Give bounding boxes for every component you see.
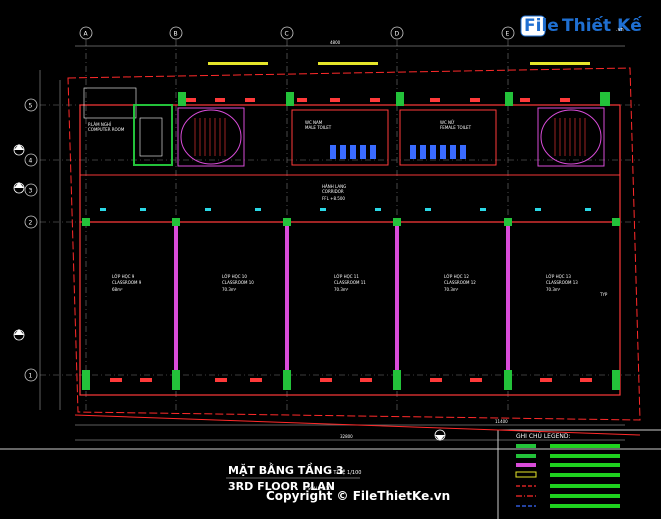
legend-partition-desc <box>550 463 620 467</box>
legend-partition-swatch <box>516 463 536 467</box>
logo-prefix: File <box>524 16 559 36</box>
classroom-13-area: 70.3m² <box>546 287 561 292</box>
grid-col-e: E <box>506 31 510 38</box>
title-scale: - TỈ LỆ 1/100 <box>330 468 361 476</box>
grid-row-4: 4 <box>29 158 33 165</box>
brand-logo: File Thiết Kế .vn <box>520 15 642 37</box>
grid-row-5: 5 <box>29 103 33 110</box>
legend-hatch-desc <box>550 473 620 477</box>
label-typ: TYP <box>599 292 608 297</box>
label-toilet-female-en: FEMALE TOILET <box>440 125 472 130</box>
grid-col-b: B <box>174 31 178 38</box>
classroom-10-en: CLASSROOM 10 <box>222 280 254 285</box>
label-corridor-level: FFL +8.500 <box>322 196 345 201</box>
grid-row-1: 1 <box>29 373 33 380</box>
classroom-11-area: 70.3m² <box>334 287 349 292</box>
legend-redline-desc <box>550 484 620 488</box>
legend-blue-desc <box>550 504 620 508</box>
grid-row-3: 3 <box>29 188 33 195</box>
dim-top-total: 4800 <box>330 40 341 45</box>
legend-wall-swatch <box>516 444 536 448</box>
legend-header: GHI CHÚ LEGEND: <box>516 433 571 440</box>
copyright-footer: Copyright © FileThietKe.vn <box>266 489 450 503</box>
logo-suffix: Thiết Kế <box>562 15 642 36</box>
classroom-13-vn: LỚP HỌC 13 <box>546 274 571 279</box>
classroom-11-en: CLASSROOM 11 <box>334 280 366 285</box>
grid-col-d: D <box>395 31 400 38</box>
classroom-11-vn: LỚP HỌC 11 <box>334 274 359 279</box>
dim-bottom-total: 32800 <box>340 434 353 439</box>
classroom-9-area: 68m² <box>112 287 123 292</box>
dim-bottom-line: 11400 <box>495 419 508 424</box>
grid-col-c: C <box>285 31 289 38</box>
grid-row-2: 2 <box>29 220 33 227</box>
floor-plan-drawing: A B C D E 5 4 3 2 1 4800 32800 11400 P.L… <box>0 0 661 519</box>
classroom-13-en: CLASSROOM 13 <box>546 280 578 285</box>
drawing-background <box>0 0 661 519</box>
legend-wall2-desc <box>550 454 620 458</box>
classroom-12-area: 70.3m² <box>444 287 459 292</box>
classroom-10-area: 70.3m² <box>222 287 237 292</box>
label-toilet-male-en: MALE TOILET <box>305 125 332 130</box>
classroom-10-vn: LỚP HỌC 10 <box>222 274 247 279</box>
title-vn: MẶT BẰNG TẦNG 3 <box>228 462 344 477</box>
legend-boundary-desc <box>550 494 620 498</box>
classroom-12-en: CLASSROOM 12 <box>444 280 476 285</box>
classroom-9-en: CLASSROOM 9 <box>112 280 142 285</box>
classroom-9-vn: LỚP HỌC 9 <box>112 274 135 279</box>
legend-wall-desc <box>550 444 620 448</box>
logo-tld: .vn <box>616 27 624 33</box>
label-room-left-en: COMPUTER ROOM <box>88 127 125 132</box>
legend-wall2-swatch <box>516 454 536 458</box>
classroom-12-vn: LỚP HỌC 12 <box>444 274 469 279</box>
label-corridor-en: CORRIDOR <box>322 189 344 194</box>
